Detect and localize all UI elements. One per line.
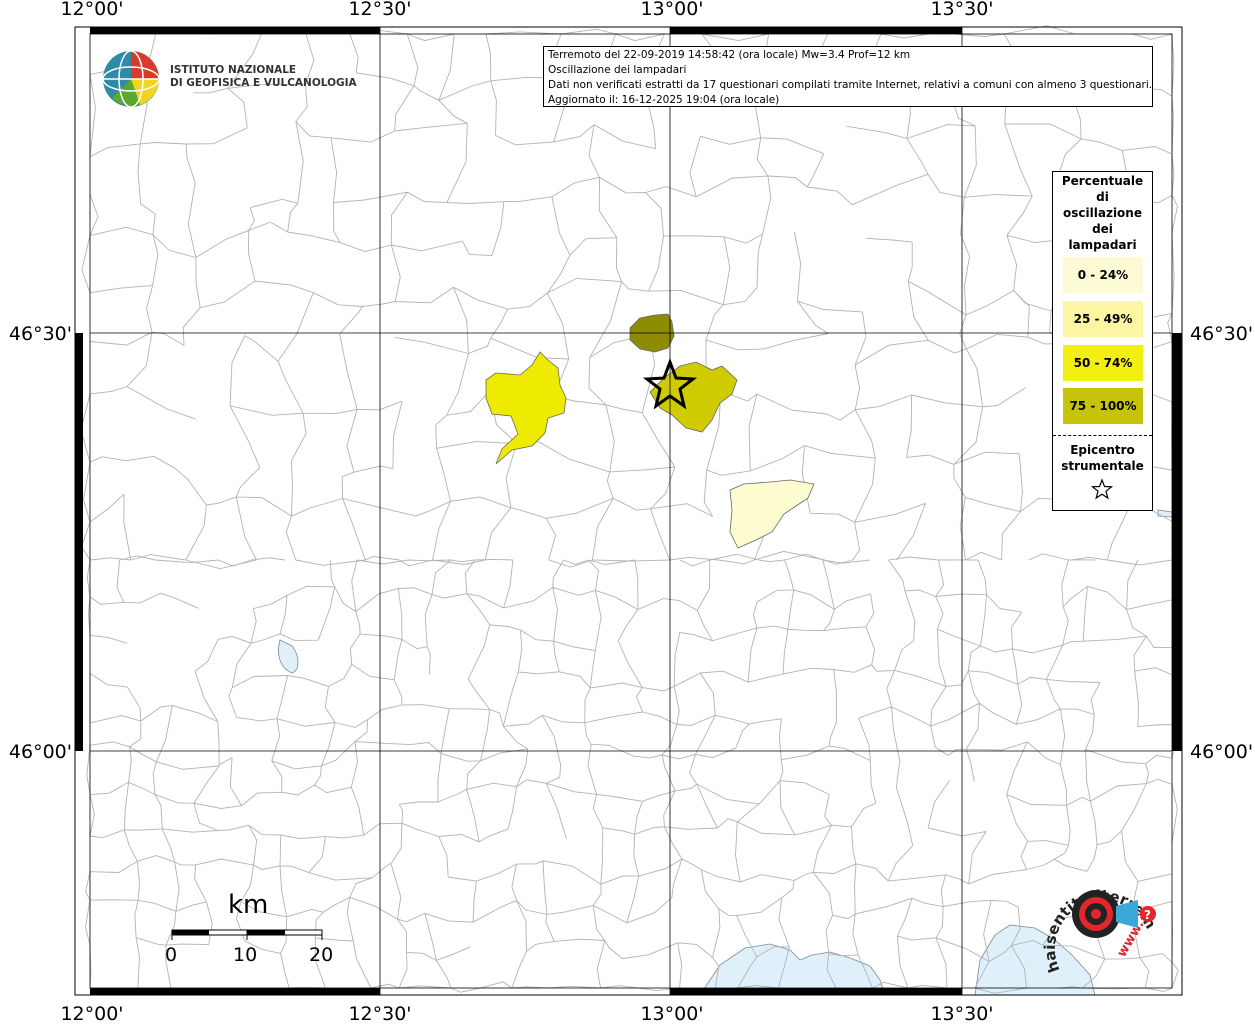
scale-bar-graphic — [171, 929, 323, 940]
frame-segment — [670, 27, 962, 34]
legend-class: 50 - 74% — [1063, 345, 1143, 381]
ingv-globe-icon — [102, 50, 160, 108]
haisentito-logo: haisentitoilterremoto.it www. ? — [1038, 862, 1160, 975]
legend-divider — [1053, 435, 1152, 436]
lat-label-right: 46°00' — [1190, 741, 1253, 763]
star-outline-icon — [1091, 478, 1113, 500]
ingv-name-line: DI GEOFISICA E VULCANOLOGIA — [170, 77, 357, 89]
legend-class: 25 - 49% — [1063, 301, 1143, 337]
scale-tick-label: 0 — [165, 944, 178, 966]
scale-tick-label: 20 — [309, 944, 334, 966]
scale-tick-label: 10 — [233, 944, 258, 966]
legend-title-line: Percentuale — [1061, 174, 1144, 188]
legend-title-line: lampadari — [1068, 238, 1137, 252]
legend-class: 75 - 100% — [1063, 388, 1143, 424]
scale-unit: km — [228, 890, 269, 920]
frame-segment — [90, 27, 380, 34]
event-info-line: Aggiornato il: 16-12-2025 19:04 (ora loc… — [548, 94, 780, 106]
legend-class-label: 25 - 49% — [1073, 312, 1133, 326]
frame-segment — [75, 333, 83, 751]
legend-epicenter-line: Epicentro — [1070, 443, 1135, 457]
lat-label-right: 46°30' — [1190, 323, 1253, 345]
legend-title-line: di — [1096, 190, 1109, 204]
legend-title: Percentuale di oscillazione dei lampadar… — [1053, 173, 1152, 253]
lon-label-bottom: 13°30' — [930, 1003, 993, 1024]
legend-epicenter-label: Epicentro strumentale — [1053, 442, 1152, 474]
lake-shape — [278, 639, 299, 674]
legend-epicenter-line: strumentale — [1061, 459, 1144, 473]
legend-class-label: 75 - 100% — [1069, 399, 1137, 413]
legend-class: 0 - 24% — [1063, 257, 1143, 293]
legend: Percentuale di oscillazione dei lampadar… — [1052, 171, 1153, 511]
graticule — [90, 27, 1172, 995]
legend-class-label: 0 - 24% — [1077, 268, 1129, 282]
legend-title-line: dei — [1092, 222, 1113, 236]
frame-segment — [90, 988, 380, 995]
lon-label-top: 12°30' — [348, 0, 411, 20]
lon-label-top: 12°00' — [60, 0, 123, 20]
municipality-shape — [729, 479, 815, 549]
event-info-line: Terremoto del 22-09-2019 14:58:42 (ora l… — [548, 49, 911, 61]
event-info-line: Oscillazione dei lampadari — [548, 64, 687, 76]
legend-class-label: 50 - 74% — [1073, 356, 1133, 370]
ingv-name-line: ISTITUTO NAZIONALE — [170, 64, 297, 76]
lon-label-bottom: 13°00' — [640, 1003, 703, 1024]
lat-label-left: 46°30' — [9, 323, 72, 345]
lon-label-top: 13°00' — [640, 0, 703, 20]
lon-label-bottom: 12°00' — [60, 1003, 123, 1024]
municipality-shape — [649, 361, 738, 433]
legend-title-line: oscillazione — [1063, 206, 1142, 220]
event-info-line: Dati non verificati estratti da 17 quest… — [548, 79, 1153, 91]
lon-label-bottom: 12°30' — [348, 1003, 411, 1024]
svg-text:?: ? — [1144, 908, 1151, 922]
scale-bar: km 0 10 20 — [160, 890, 360, 970]
municipal-borders — [80, 25, 1179, 995]
frame-segment — [1172, 333, 1182, 751]
frame-segment — [670, 988, 962, 995]
ingv-name: ISTITUTO NAZIONALE DI GEOFISICA E VULCAN… — [170, 64, 357, 90]
lat-label-left: 46°00' — [9, 741, 72, 763]
sea-edge-shape — [1157, 509, 1173, 518]
event-info-box: Terremoto del 22-09-2019 14:58:42 (ora l… — [543, 46, 1153, 107]
lon-label-top: 13°30' — [930, 0, 993, 20]
municipality-shape — [485, 351, 567, 465]
